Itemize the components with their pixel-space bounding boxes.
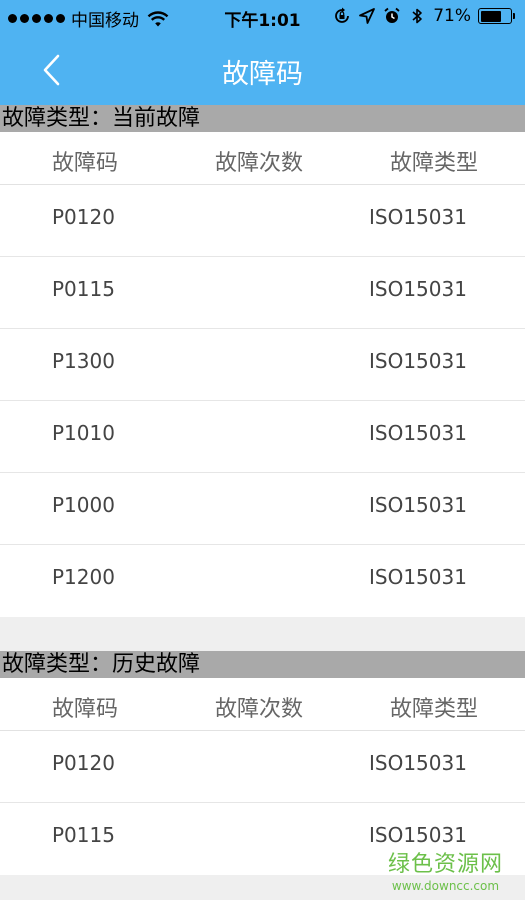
column-header-count: 故障次数	[215, 697, 304, 722]
fault-type: ISO15031	[369, 421, 467, 445]
battery-icon	[478, 8, 515, 24]
table-row[interactable]: P0120 ISO15031	[0, 185, 525, 257]
column-header-type: 故障类型	[390, 697, 479, 722]
column-header-count: 故障次数	[215, 151, 304, 176]
alarm-icon	[384, 7, 400, 23]
column-header-code: 故障码	[52, 151, 119, 176]
table-row[interactable]: P1010 ISO15031	[0, 401, 525, 473]
bluetooth-icon	[412, 8, 423, 24]
column-header-code: 故障码	[52, 697, 119, 722]
table-header: 故障码 故障次数 故障类型	[0, 678, 525, 731]
fault-code: P1300	[52, 349, 115, 373]
status-right: 71%	[333, 6, 515, 26]
table-row[interactable]: P0120 ISO15031	[0, 731, 525, 803]
location-icon	[359, 8, 376, 24]
table-row[interactable]: P1200 ISO15031	[0, 545, 525, 617]
battery-percent: 71%	[433, 6, 471, 26]
section-header-current: 故障类型：当前故障	[0, 105, 525, 132]
fault-code: P0120	[52, 751, 115, 775]
fault-type: ISO15031	[369, 277, 467, 301]
table-row[interactable]: P1000 ISO15031	[0, 473, 525, 545]
table-header: 故障码 故障次数 故障类型	[0, 132, 525, 185]
fault-type: ISO15031	[369, 205, 467, 229]
fault-table-current: 故障码 故障次数 故障类型 P0120 ISO15031 P0115 ISO15…	[0, 132, 525, 617]
nav-bar: 故障码	[0, 34, 525, 105]
table-row[interactable]: P1300 ISO15031	[0, 329, 525, 401]
page-title: 故障码	[222, 59, 303, 90]
fault-type: ISO15031	[369, 751, 467, 775]
column-header-type: 故障类型	[390, 151, 479, 176]
fault-type: ISO15031	[369, 493, 467, 517]
fault-type: ISO15031	[369, 823, 467, 847]
watermark-url: www.downcc.com	[391, 879, 500, 893]
watermark-main: 绿色资源网	[387, 852, 503, 877]
fault-code: P1000	[52, 493, 115, 517]
orientation-lock-icon	[335, 7, 350, 23]
table-row[interactable]: P0115 ISO15031	[0, 257, 525, 329]
fault-code: P0115	[52, 277, 115, 301]
fault-code: P0115	[52, 823, 115, 847]
status-bar: 中国移动 下午1:01 71%	[0, 0, 525, 34]
fault-code: P1010	[52, 421, 115, 445]
fault-type: ISO15031	[369, 349, 467, 373]
top-bar: 中国移动 下午1:01 71% 故障码	[0, 0, 525, 105]
section-header-history: 故障类型：历史故障	[0, 651, 525, 678]
fault-type: ISO15031	[369, 565, 467, 589]
watermark-logo: 绿色资源网 www.downcc.com	[388, 846, 503, 893]
fault-code: P1200	[52, 565, 115, 589]
fault-code: P0120	[52, 205, 115, 229]
